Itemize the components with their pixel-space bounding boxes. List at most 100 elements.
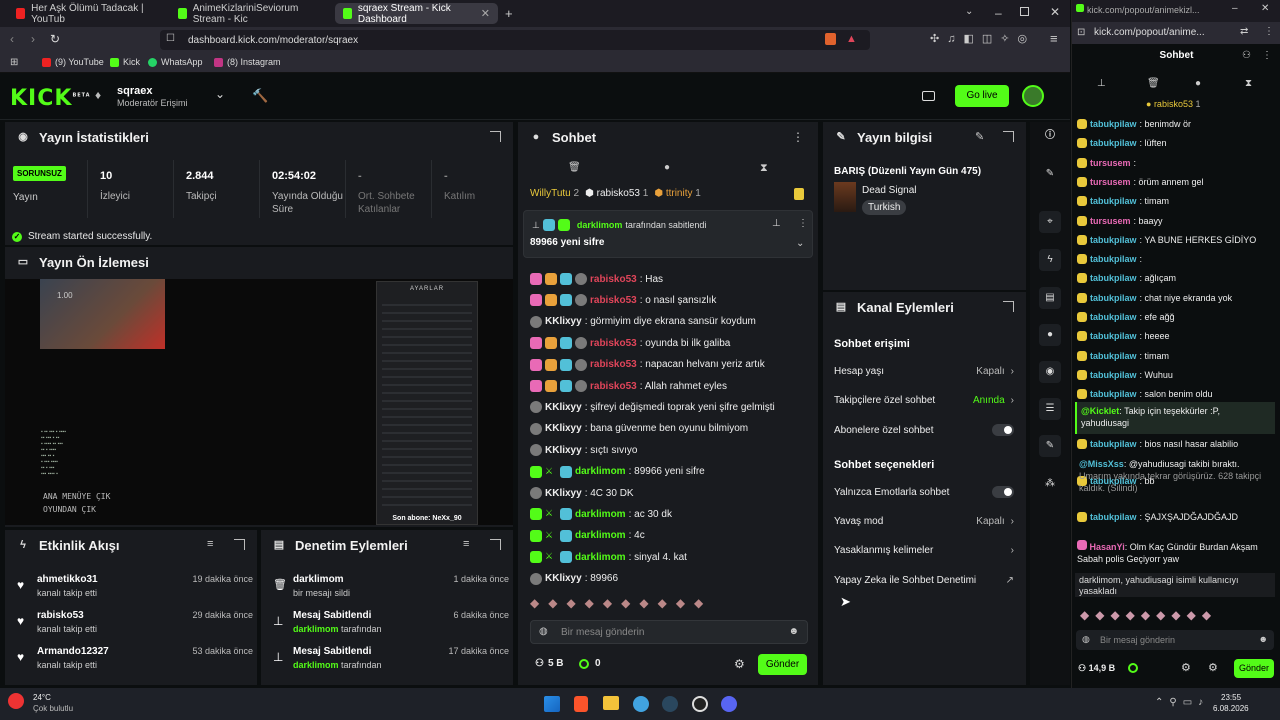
translate-icon[interactable]: ⇄ [1240, 26, 1248, 37]
emoji-icon[interactable]: ☻ [788, 626, 799, 637]
avatar[interactable] [1022, 85, 1044, 107]
user-name[interactable]: tabukpilaw [1090, 254, 1137, 264]
close-window-icon[interactable]: ✕ [1050, 5, 1060, 19]
chat-bubble-icon[interactable]: ● [664, 162, 670, 173]
user-name[interactable]: tabukpilaw [1090, 370, 1137, 380]
send-button[interactable]: Gönder [758, 654, 807, 675]
followers-only-row[interactable]: Takipçilere özel sohbet Anında › [834, 392, 1014, 408]
user-name[interactable]: tabukpilaw [1090, 512, 1137, 522]
user-name[interactable]: darklimom [575, 552, 626, 563]
focus-icon[interactable]: ⌖ [1039, 211, 1061, 233]
emote-bar[interactable]: ◆◆◆◆◆◆◆◆◆◆ [530, 596, 808, 614]
chevron-down-icon[interactable]: ⌄ [965, 6, 973, 17]
user-name[interactable]: tabukpilaw [1090, 389, 1137, 399]
more-icon[interactable]: ⋮ [1262, 50, 1272, 61]
users-icon[interactable]: ⚇ [1242, 50, 1251, 61]
user-name[interactable]: darklimom [575, 530, 626, 541]
bot-name[interactable]: @MissXss [1079, 459, 1124, 469]
user-name[interactable]: tursusem [1090, 158, 1131, 168]
hammer-icon[interactable]: ⊥ [1097, 78, 1106, 89]
gifter[interactable]: ⬢ ttrinity 1 [654, 188, 701, 199]
popout-url[interactable]: kick.com/popout/anime... [1094, 27, 1205, 38]
emote-only-toggle[interactable] [992, 486, 1014, 498]
discord-icon[interactable] [721, 696, 737, 712]
user-name[interactable]: rabisko53 [590, 359, 637, 370]
trash-icon[interactable]: 🗑 [1147, 78, 1160, 89]
nodes-icon[interactable]: ⁂ [1039, 473, 1061, 495]
minimize-icon[interactable]: – [1232, 3, 1238, 14]
brave-icon[interactable] [574, 696, 588, 712]
popout-chat-input[interactable]: ◍ Bir mesaj gönderin ☻ [1076, 630, 1274, 650]
bookmark-kick[interactable]: Kick [110, 57, 140, 67]
user-name[interactable]: KKlixyy [545, 488, 582, 499]
gear-icon[interactable]: ⚙ [734, 657, 745, 671]
points[interactable]: 0 [579, 658, 601, 669]
edit-icon[interactable]: ✎ [975, 130, 984, 143]
user-name[interactable]: KKlixyy [545, 402, 582, 413]
emote-picker-icon[interactable]: ◍ [539, 626, 548, 637]
broadcast-icon[interactable]: ◉ [1039, 361, 1061, 383]
forward-icon[interactable]: › [31, 32, 35, 46]
gifter[interactable]: ⬢ rabisko53 1 [585, 188, 648, 199]
trash-icon[interactable]: 🗑 [568, 162, 581, 173]
user-name[interactable]: tabukpilaw [1090, 439, 1137, 449]
gifter[interactable]: WillyTutu 2 [530, 188, 579, 199]
back-icon[interactable]: ‹ [10, 32, 14, 46]
hourglass-icon[interactable]: ⧗ [1245, 78, 1252, 89]
chat-input[interactable]: ◍ Bir mesaj gönderin ☻ [530, 620, 808, 644]
user-name[interactable]: tabukpilaw [1090, 273, 1137, 283]
emote-picker-icon[interactable]: ◍ [1082, 634, 1090, 645]
account-age-row[interactable]: Hesap yaşı Kapalı › [834, 363, 1014, 379]
kick-logo[interactable]: KICKBETA [10, 86, 91, 111]
windows-start-icon[interactable] [544, 696, 560, 712]
steam-icon[interactable] [662, 696, 678, 712]
popout-emote-bar[interactable]: ◆◆◆◆◆◆◆◆◆ [1080, 608, 1270, 624]
tray-icons[interactable]: ⌃⚲▭♪ [1155, 697, 1209, 708]
popout-icon[interactable] [234, 539, 245, 550]
more-icon[interactable]: ⋮ [1264, 26, 1274, 37]
kick-points-icon[interactable] [1128, 663, 1138, 673]
bot-name[interactable]: @Kicklet [1081, 406, 1119, 416]
slow-mode-row[interactable]: Yavaş mod Kapalı › [834, 513, 1014, 529]
channel-name[interactable]: sqraex [117, 85, 152, 97]
clip-icon[interactable] [922, 91, 935, 101]
user-name[interactable]: KKlixyy [545, 445, 582, 456]
popout-icon[interactable] [490, 539, 501, 550]
user-name[interactable]: tabukpilaw [1090, 235, 1137, 245]
chevron-down-icon[interactable]: ⌄ [215, 87, 225, 101]
extension-icons[interactable]: ✣♫◧◫✧◎ [930, 32, 1035, 45]
chevron-down-icon[interactable]: ⌄ [796, 238, 804, 249]
user-name[interactable]: rabisko53 [590, 381, 637, 392]
gift-icon[interactable] [794, 188, 804, 200]
user-name[interactable]: tabukpilaw [1090, 351, 1137, 361]
user-name[interactable]: tabukpilaw [1090, 196, 1137, 206]
chat-bubble-icon[interactable]: ● [1039, 324, 1061, 346]
tab-kick-dashboard[interactable]: sqraex Stream - Kick Dashboard ✕ [335, 3, 498, 25]
pinned-by[interactable]: darklimom [577, 220, 623, 230]
more-icon[interactable]: ⋮ [792, 130, 804, 144]
close-icon[interactable]: ✕ [481, 7, 490, 20]
user-name[interactable]: HasanYi [1090, 542, 1125, 552]
user-name[interactable]: KKlixyy [545, 316, 582, 327]
subs-only-toggle[interactable] [992, 424, 1014, 436]
go-live-button[interactable]: Go live [955, 85, 1009, 107]
user-name[interactable]: darklimom [575, 509, 626, 520]
hourglass-icon[interactable]: ⧗ [760, 162, 768, 175]
user-name[interactable]: tabukpilaw [1090, 331, 1137, 341]
ai-moderation-row[interactable]: Yapay Zeka ile Sohbet Denetimi ↗ [834, 572, 1014, 588]
user-name[interactable]: tabukpilaw [1090, 138, 1137, 148]
chat-bubble-icon[interactable]: ● [1195, 78, 1201, 89]
tab-kick-anime[interactable]: AnimeKizlariniSeviorum Stream - Kic [170, 3, 330, 25]
menu-icon[interactable]: ≡ [1050, 31, 1058, 46]
more-icon[interactable]: ⋮ [798, 218, 808, 229]
brave-rewards-icon[interactable]: ▲ [846, 33, 857, 45]
brave-shield-icon[interactable] [825, 33, 836, 45]
user-name[interactable]: tursusem [1090, 177, 1131, 187]
bookmark-instagram[interactable]: (8) Instagram [214, 57, 281, 67]
user-name[interactable]: KKlixyy [545, 573, 582, 584]
minimize-icon[interactable]: – [995, 6, 1002, 20]
obs-icon[interactable] [692, 696, 708, 712]
popout-send-button[interactable]: Gönder [1234, 659, 1274, 678]
user-name[interactable]: darklimom [575, 466, 626, 477]
hammer-icon[interactable]: 🔨 [252, 88, 268, 104]
